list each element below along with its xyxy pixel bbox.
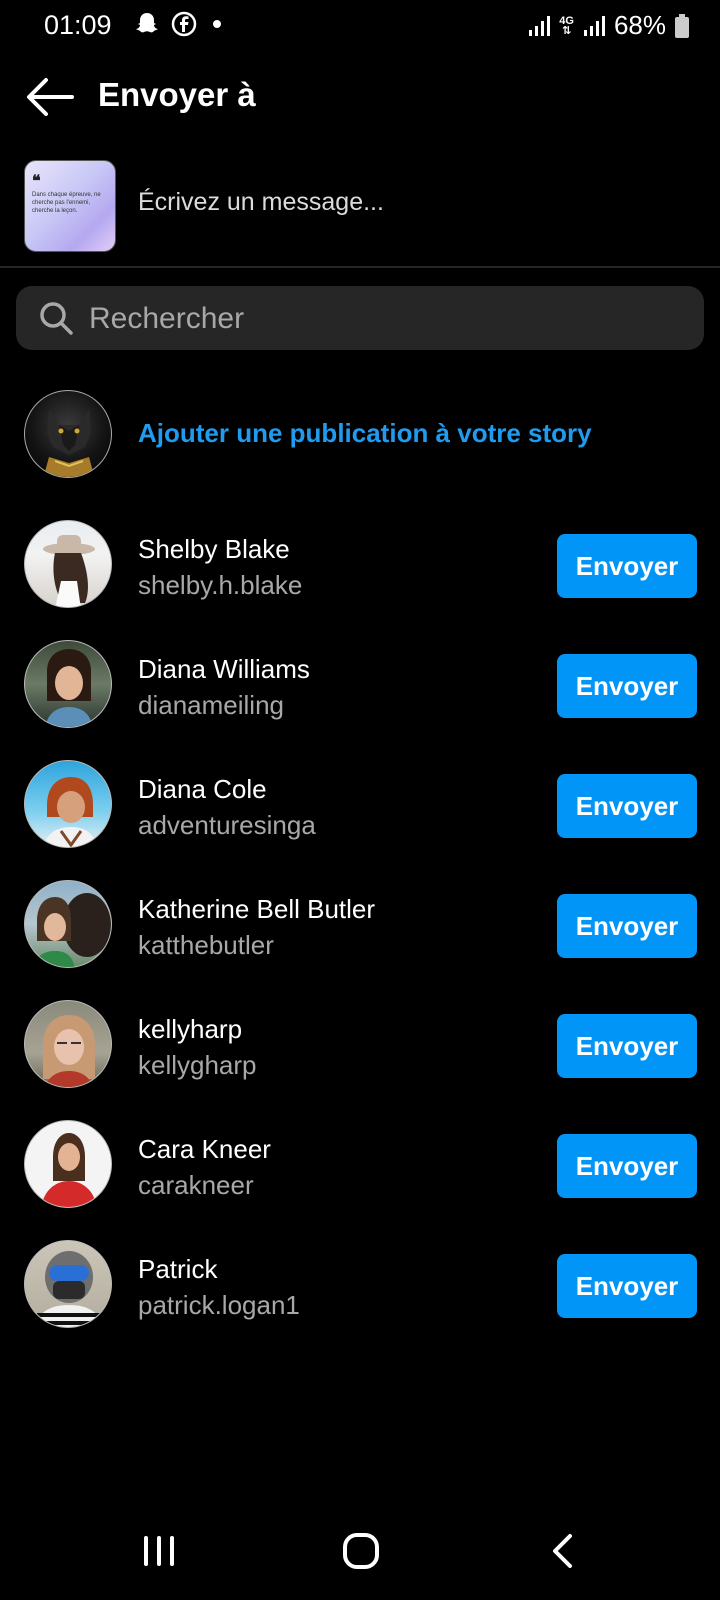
nav-back-icon[interactable]: [550, 1533, 574, 1569]
contact-row[interactable]: Diana Cole adventuresinga Envoyer: [0, 758, 720, 850]
avatar: [24, 640, 112, 728]
contact-name: kellyharp: [138, 1014, 243, 1044]
add-story-link[interactable]: Ajouter une publication à votre story: [138, 418, 592, 449]
message-compose: ❝ Dans chaque épreuve, ne cherche pas l'…: [0, 152, 720, 268]
avatar: [24, 880, 112, 968]
contact-row[interactable]: Patrick patrick.logan1 Envoyer: [0, 1238, 720, 1330]
contact-username: patrick.logan1: [138, 1290, 300, 1320]
header: Envoyer à: [0, 60, 720, 134]
navigation-bar: [0, 1500, 720, 1600]
contact-username: kellygharp: [138, 1050, 257, 1080]
search-input[interactable]: Rechercher: [89, 302, 244, 336]
post-thumbnail: ❝ Dans chaque épreuve, ne cherche pas l'…: [24, 160, 116, 252]
send-button[interactable]: Envoyer: [557, 1014, 697, 1078]
contact-name: Patrick: [138, 1254, 218, 1284]
snapchat-icon: [136, 13, 158, 33]
contact-name: Cara Kneer: [138, 1134, 271, 1164]
quote-mark: ❝: [32, 171, 41, 190]
send-button[interactable]: Envoyer: [557, 774, 697, 838]
dot-icon: [213, 20, 221, 28]
message-input[interactable]: Écrivez un message...: [138, 188, 384, 217]
contact-name: Diana Williams: [138, 654, 310, 684]
data-arrows-icon: ⇅: [562, 24, 572, 37]
contact-username: adventuresinga: [138, 810, 316, 840]
avatar: [24, 1120, 112, 1208]
status-bar: 01:09 4G ⇅ 68%: [0, 0, 720, 52]
contact-username: katthebutler: [138, 930, 274, 960]
contact-username: carakneer: [138, 1170, 254, 1200]
contact-row[interactable]: Shelby Blake shelby.h.blake Envoyer: [0, 518, 720, 610]
send-button[interactable]: Envoyer: [557, 894, 697, 958]
page-title: Envoyer à: [98, 76, 256, 113]
signal-icon: [583, 15, 605, 36]
contact-row[interactable]: Katherine Bell Butler katthebutler Envoy…: [0, 878, 720, 970]
avatar: [24, 390, 112, 478]
status-time: 01:09: [44, 10, 112, 40]
send-button[interactable]: Envoyer: [557, 1254, 697, 1318]
battery-icon: [675, 13, 689, 38]
signal-icon: [529, 15, 551, 36]
send-button[interactable]: Envoyer: [557, 654, 697, 718]
avatar: [24, 1240, 112, 1328]
contact-name: Shelby Blake: [138, 534, 290, 564]
contact-row[interactable]: Cara Kneer carakneer Envoyer: [0, 1118, 720, 1210]
contact-username: dianameiling: [138, 690, 284, 720]
contact-username: shelby.h.blake: [138, 570, 303, 600]
avatar: [24, 760, 112, 848]
recent-apps-icon[interactable]: [142, 1534, 176, 1568]
avatar: [24, 1000, 112, 1088]
contact-row[interactable]: kellyharp kellygharp Envoyer: [0, 998, 720, 1090]
facebook-icon: [171, 11, 197, 37]
send-button[interactable]: Envoyer: [557, 1134, 697, 1198]
search-bar[interactable]: Rechercher: [16, 286, 704, 350]
search-icon: [40, 302, 73, 335]
home-icon[interactable]: [342, 1532, 380, 1570]
battery-percentage: 68%: [613, 10, 666, 40]
back-arrow-icon[interactable]: [22, 74, 76, 120]
add-to-story-row[interactable]: Ajouter une publication à votre story: [0, 388, 720, 480]
thumbnail-text: Dans chaque épreuve, ne cherche pas l'en…: [32, 192, 101, 214]
contact-name: Diana Cole: [138, 774, 267, 804]
panther-avatar-icon: [43, 409, 95, 477]
network-type: 4G ⇅: [559, 14, 574, 37]
send-button[interactable]: Envoyer: [557, 534, 697, 598]
avatar: [24, 520, 112, 608]
contact-name: Katherine Bell Butler: [138, 894, 376, 924]
contact-row[interactable]: Diana Williams dianameiling Envoyer: [0, 638, 720, 730]
